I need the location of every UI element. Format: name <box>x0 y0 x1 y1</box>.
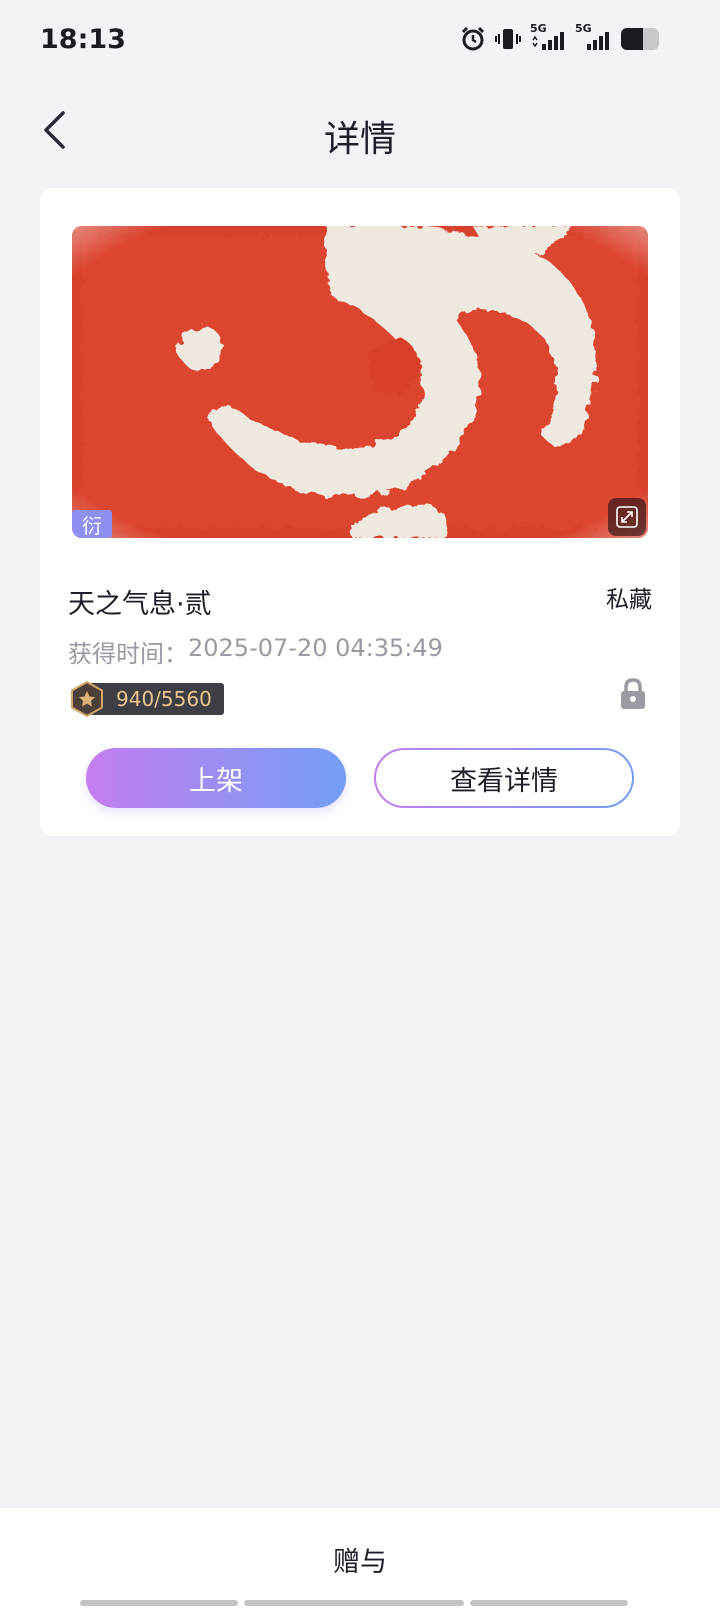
privacy-status: 私藏 <box>606 587 652 613</box>
list-for-sale-button[interactable]: 上架 <box>86 748 346 808</box>
gift-button[interactable]: 赠与 <box>0 1540 720 1579</box>
expand-button[interactable] <box>608 498 646 536</box>
acquired-time: 获得时间： 2025-07-20 04:35:49 <box>68 634 443 669</box>
status-time: 18:13 <box>40 24 126 55</box>
bottom-bar: 赠与 <box>0 1508 720 1608</box>
gesture-pill <box>470 1600 628 1606</box>
header: 详情 <box>0 96 720 170</box>
gesture-pill <box>80 1600 238 1606</box>
artwork-image[interactable]: 衍 <box>72 226 648 538</box>
lock-icon <box>620 678 646 714</box>
gesture-pill <box>244 1600 464 1606</box>
star-hexagon-icon <box>70 681 104 717</box>
expand-icon <box>616 506 638 528</box>
serial-number: 940/5560 <box>88 683 224 715</box>
network-label: 5G <box>575 22 592 35</box>
page-title: 详情 <box>323 119 396 160</box>
status-icons: 5G 5G <box>460 22 662 52</box>
view-details-button[interactable]: 查看详情 <box>374 748 634 808</box>
edition-tag: 衍 <box>72 510 112 538</box>
acquired-label: 获得时间： <box>68 640 188 668</box>
vibrate-icon <box>495 26 521 52</box>
battery-icon <box>620 27 662 51</box>
alarm-icon <box>460 26 486 52</box>
status-bar: 18:13 5G 5G <box>0 0 720 84</box>
signal-5g-icon: 5G <box>575 22 611 52</box>
signal-5g-icon: 5G <box>530 22 566 52</box>
serial-badge: 940/5560 <box>70 681 224 717</box>
item-name: 天之气息·贰 <box>68 589 212 620</box>
acquired-value: 2025-07-20 04:35:49 <box>188 634 443 662</box>
gesture-bar <box>80 1600 628 1606</box>
item-card: 衍 天之气息·贰 私藏 获得时间： 2025-07-20 04:35:49 94… <box>40 188 680 836</box>
network-label: 5G <box>530 22 547 35</box>
